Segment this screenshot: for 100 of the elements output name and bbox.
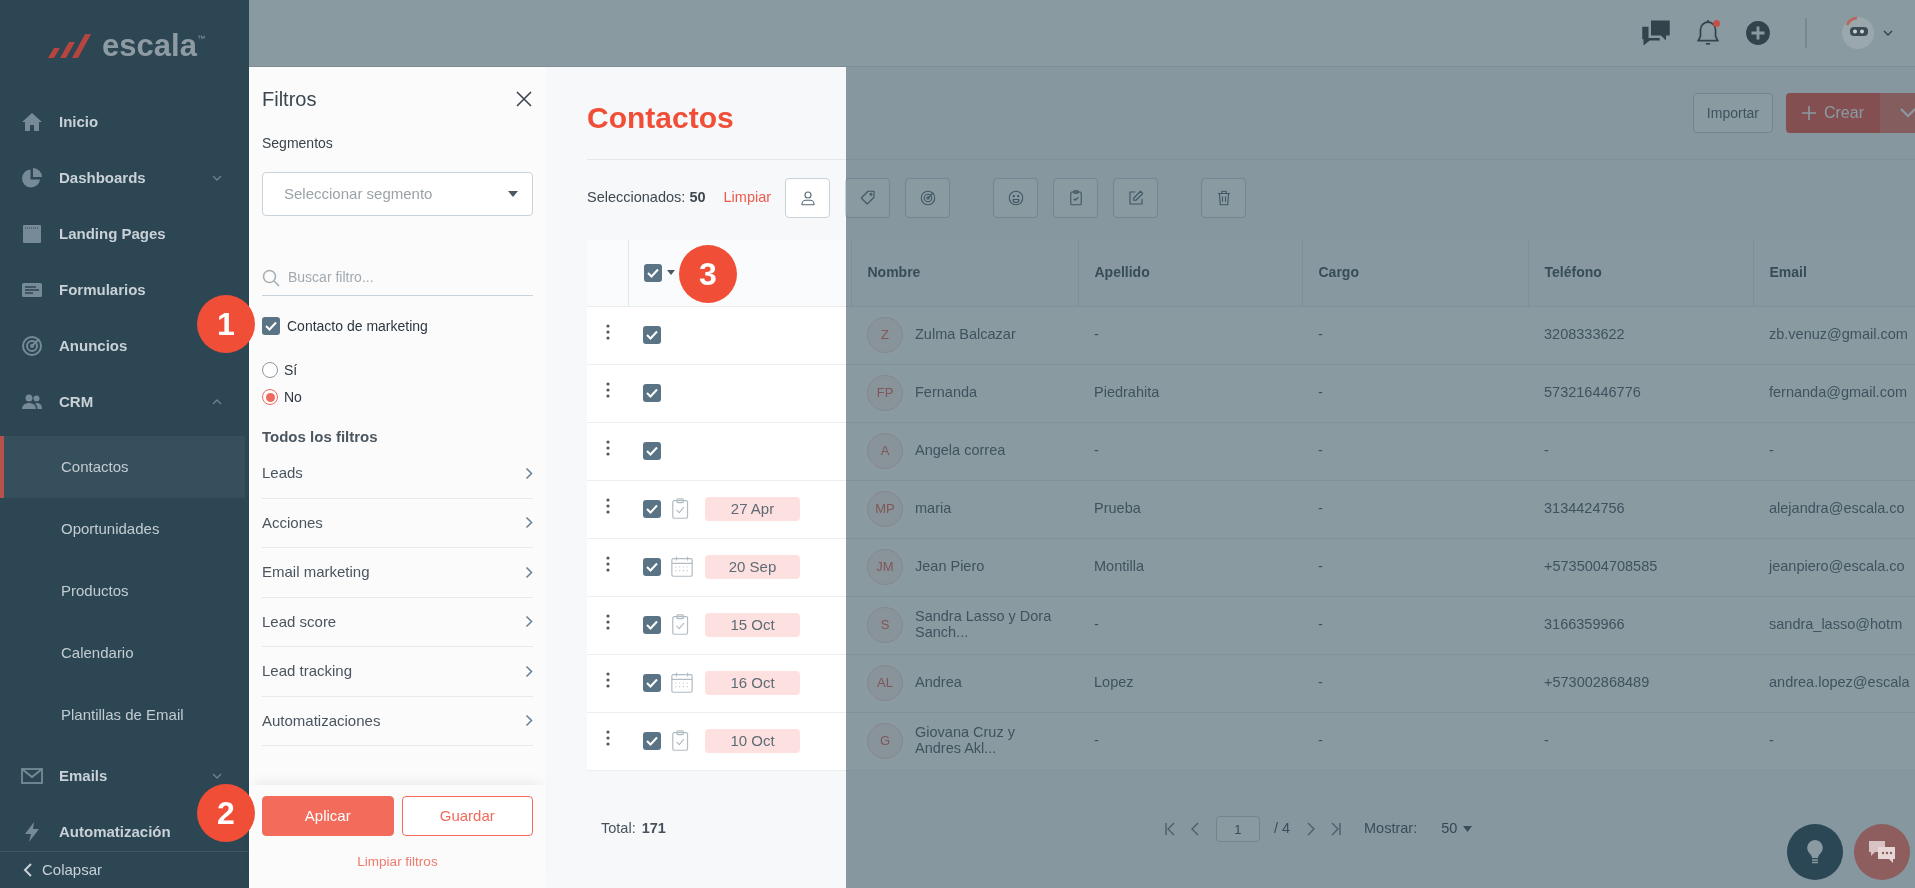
sidebar-item[interactable]: Dashboards	[20, 166, 146, 190]
table-cell: -	[1753, 422, 1915, 480]
table-cell: 3166359966	[1528, 596, 1753, 654]
table-cell: -	[1302, 480, 1528, 538]
checkbox[interactable]	[643, 326, 661, 344]
filter-group-item[interactable]: Acciones	[262, 498, 533, 548]
caret-down-icon	[508, 191, 518, 197]
row-menu-button[interactable]	[605, 555, 610, 572]
table-cell: Montilla	[1078, 538, 1302, 596]
pie-chart-icon	[20, 166, 44, 190]
row-menu-button[interactable]	[605, 671, 610, 688]
filter-group-item[interactable]: Email marketing	[262, 548, 533, 598]
checkbox[interactable]	[643, 384, 661, 402]
logo-text: escala$^{™}$	[102, 26, 205, 65]
table-cell: -	[1302, 306, 1528, 364]
filter-group-item[interactable]: Automatizaciones	[262, 696, 533, 746]
date-badge: 10 Oct	[705, 729, 800, 753]
sidebar-item[interactable]: Anuncios	[20, 334, 128, 358]
row-menu-button[interactable]	[605, 381, 610, 398]
sidebar-item[interactable]: Automatización	[20, 820, 171, 844]
radio-option[interactable]: No	[262, 385, 533, 409]
caret-down-icon	[1463, 826, 1473, 833]
filter-checkbox[interactable]: Contacto de marketing	[262, 314, 533, 338]
avatar: JM	[867, 549, 903, 585]
calendar-icon	[670, 670, 694, 696]
page-icon	[20, 222, 44, 246]
checkbox[interactable]	[643, 732, 661, 750]
sidebar-subitem[interactable]: Productos	[0, 560, 245, 622]
sidebar-subitem[interactable]: Calendario	[0, 622, 245, 684]
chevron-right-icon	[525, 714, 533, 728]
table-cell: -	[1302, 596, 1528, 654]
search-field[interactable]: Buscar filtro...	[286, 266, 506, 289]
close-icon	[515, 90, 533, 108]
checkbox[interactable]	[643, 500, 661, 518]
row-menu-button[interactable]	[605, 323, 610, 340]
radio-option[interactable]: Sí	[262, 358, 533, 382]
toolbar-button[interactable]	[845, 178, 891, 218]
filter-group-item[interactable]: Lead score	[262, 597, 533, 647]
home-icon	[20, 110, 44, 134]
sidebar-subitem[interactable]: Oportunidades	[0, 498, 245, 560]
column-header: Nombre	[851, 240, 1078, 306]
column-header: Cargo	[1302, 240, 1528, 306]
lightbulb-icon	[1806, 839, 1824, 865]
sidebar-item[interactable]: Formularios	[20, 278, 146, 302]
smiley-icon	[1006, 189, 1025, 207]
plus-icon	[1802, 106, 1816, 120]
checkbox[interactable]	[643, 442, 661, 460]
checkbox[interactable]	[262, 317, 280, 335]
table-cell: -	[1302, 422, 1528, 480]
date-badge: 16 Oct	[705, 671, 800, 695]
page-count: / 4	[1273, 819, 1290, 839]
sidebar-subitem[interactable]: Plantillas de Email	[0, 684, 245, 746]
table-cell: +573002868489	[1528, 654, 1753, 712]
kebab-menu-icon	[605, 381, 610, 398]
chevron-down-icon	[1883, 29, 1893, 37]
page-size-select[interactable]: 50	[1441, 818, 1473, 841]
avatar: S	[867, 607, 903, 643]
total-count: Total: 171	[601, 819, 666, 839]
close-button[interactable]	[515, 90, 533, 108]
chat-icon	[1867, 839, 1897, 865]
sidebar-item[interactable]: Inicio	[20, 110, 99, 134]
row-menu-button[interactable]	[605, 613, 610, 630]
sidebar-item[interactable]: CRM	[20, 390, 94, 414]
kebab-menu-icon	[605, 613, 610, 630]
table-cell: -	[1302, 654, 1528, 712]
sidebar-subitem[interactable]: Contactos	[0, 436, 245, 498]
table-cell: alejandra@escala.co	[1753, 480, 1915, 538]
kebab-menu-icon	[605, 323, 610, 340]
table-cell: Piedrahita	[1078, 364, 1302, 422]
table-cell: -	[1078, 422, 1302, 480]
table-cell: -	[1302, 712, 1528, 770]
sidebar-item[interactable]: Emails	[20, 764, 108, 788]
row-menu-button[interactable]	[605, 439, 610, 456]
avatar: FP	[867, 375, 903, 411]
table-cell: -	[1753, 712, 1915, 770]
kebab-menu-icon	[605, 729, 610, 746]
checkbox[interactable]	[643, 263, 662, 282]
chevron-right-icon	[525, 565, 533, 579]
table-cell: -	[1302, 364, 1528, 422]
table-cell: zb.venuz@gmail.com	[1753, 306, 1915, 364]
avatar: A	[867, 433, 903, 469]
robot-avatar-icon	[1841, 16, 1875, 50]
table-cell: Prueba	[1078, 480, 1302, 538]
page-size-label: Mostrar:	[1364, 819, 1418, 839]
table-cell: -	[1078, 596, 1302, 654]
checkbox[interactable]	[643, 616, 661, 634]
checkbox[interactable]	[643, 558, 661, 576]
filter-group-item[interactable]: Lead tracking	[262, 647, 533, 697]
toolbar-button[interactable]	[785, 178, 831, 218]
clear-selection-link[interactable]: Limpiar	[723, 187, 772, 209]
add-icon	[1745, 20, 1771, 46]
kebab-menu-icon	[605, 439, 610, 456]
checkbox[interactable]	[643, 674, 661, 692]
row-menu-button[interactable]	[605, 497, 610, 514]
filter-group-item[interactable]: Leads	[262, 449, 533, 499]
sidebar-item[interactable]: Landing Pages	[20, 222, 166, 246]
table-cell: fernanda@gmail.com	[1753, 364, 1915, 422]
row-menu-button[interactable]	[605, 729, 610, 746]
table-cell: sandra_lasso@hotm	[1753, 596, 1915, 654]
date-badge: 27 Apr	[705, 497, 800, 521]
